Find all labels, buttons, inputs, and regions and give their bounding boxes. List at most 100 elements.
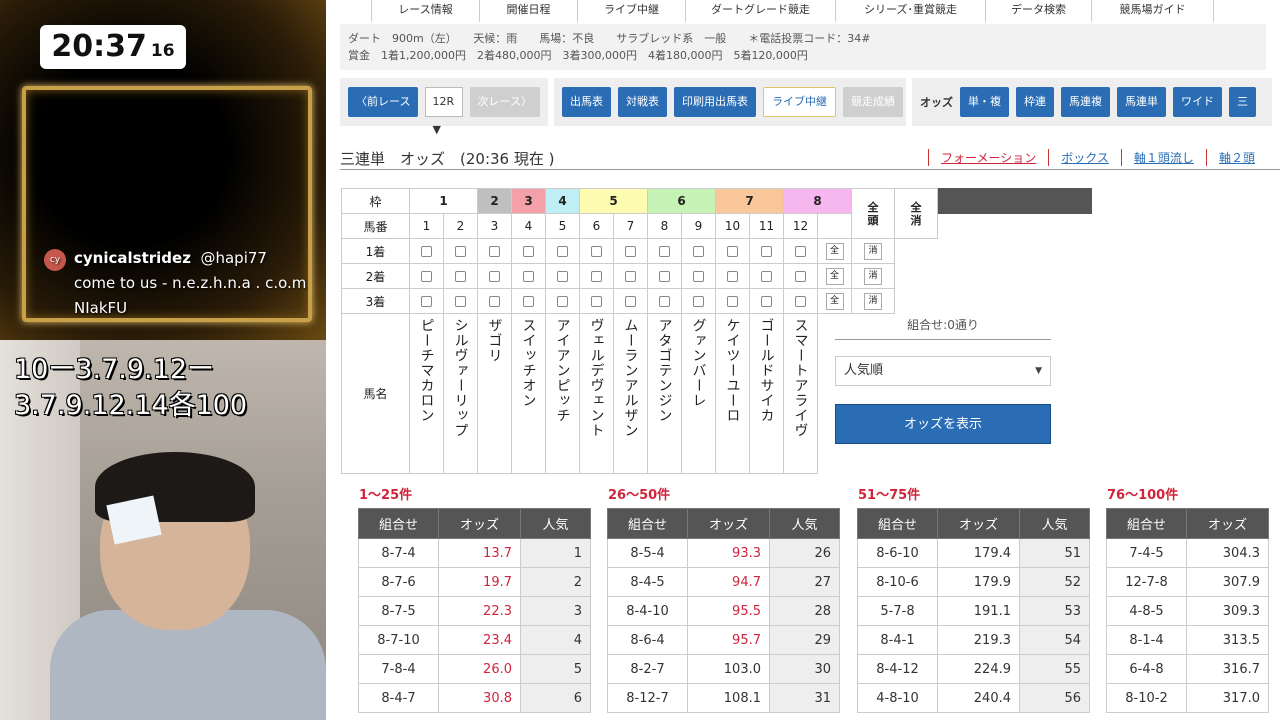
odds-wide-button[interactable]: ワイド (1173, 87, 1222, 117)
odds-row[interactable]: 8-4-5 94.7 27 (607, 567, 840, 597)
odds-row[interactable]: 8-1-4 313.5 (1106, 625, 1269, 655)
horse-name[interactable]: ゴールドサイカ (757, 318, 777, 468)
odds-row[interactable]: 8-12-7 108.1 31 (607, 683, 840, 713)
odds-column-header[interactable]: 人気 (769, 508, 840, 539)
horse-checkbox[interactable] (455, 271, 466, 282)
horse-checkbox[interactable] (591, 271, 602, 282)
horse-checkbox[interactable] (693, 271, 704, 282)
horse-checkbox[interactable] (421, 296, 432, 307)
odds-column-header[interactable]: 人気 (1019, 508, 1090, 539)
horse-checkbox[interactable] (795, 271, 806, 282)
link-box[interactable]: ボックス (1048, 149, 1121, 166)
horse-checkbox[interactable] (795, 246, 806, 257)
odds-row[interactable]: 6-4-8 316.7 (1106, 654, 1269, 684)
horse-checkbox[interactable] (659, 246, 670, 257)
odds-column-header[interactable]: オッズ (937, 508, 1020, 539)
horse-checkbox[interactable] (455, 246, 466, 257)
horse-checkbox[interactable] (557, 296, 568, 307)
select-all-button[interactable]: 全 (825, 293, 844, 310)
horse-name[interactable]: ケイツーユーロ (723, 318, 743, 468)
horse-checkbox[interactable] (761, 246, 772, 257)
odds-row[interactable]: 8-6-10 179.4 51 (857, 538, 1090, 568)
horse-checkbox[interactable] (625, 271, 636, 282)
results-button[interactable]: 競走成績 (843, 87, 903, 117)
horse-checkbox[interactable] (625, 246, 636, 257)
sort-select[interactable]: 人気順 ▼ (835, 356, 1051, 386)
odds-row[interactable]: 8-7-4 13.7 1 (358, 538, 591, 568)
odds-row[interactable]: 8-2-7 103.0 30 (607, 654, 840, 684)
horse-checkbox[interactable] (489, 271, 500, 282)
link-two-axis[interactable]: 軸２頭 (1205, 149, 1267, 166)
horse-checkbox[interactable] (761, 296, 772, 307)
odds-row[interactable]: 4-8-10 240.4 56 (857, 683, 1090, 713)
horse-name[interactable]: グァンバーレ (689, 318, 709, 468)
odds-column-header[interactable]: 人気 (520, 508, 591, 539)
horse-checkbox[interactable] (455, 296, 466, 307)
odds-row[interactable]: 7-4-5 304.3 (1106, 538, 1269, 568)
odds-row[interactable]: 8-4-7 30.8 6 (358, 683, 591, 713)
odds-row[interactable]: 8-4-10 95.5 28 (607, 596, 840, 626)
horse-name[interactable]: ムーランアルザン (621, 318, 641, 468)
select-all-button[interactable]: 全 (825, 268, 844, 285)
odds-row[interactable]: 4-8-5 309.3 (1106, 596, 1269, 626)
horse-checkbox[interactable] (523, 271, 534, 282)
odds-column-header[interactable]: 組合せ (358, 508, 439, 539)
horse-checkbox[interactable] (421, 271, 432, 282)
show-odds-button[interactable]: オッズを表示 (835, 404, 1051, 444)
horse-checkbox[interactable] (523, 296, 534, 307)
select-all-button[interactable]: 全 (825, 243, 844, 260)
matchup-button[interactable]: 対戦表 (618, 87, 667, 117)
nav-live[interactable]: ライブ中継 (578, 0, 686, 22)
odds-row[interactable]: 8-10-2 317.0 (1106, 683, 1269, 713)
odds-row[interactable]: 12-7-8 307.9 (1106, 567, 1269, 597)
odds-row[interactable]: 8-10-6 179.9 52 (857, 567, 1090, 597)
horse-checkbox[interactable] (727, 246, 738, 257)
horse-checkbox[interactable] (421, 246, 432, 257)
race-select[interactable]: 12R ▼ (425, 87, 463, 136)
horse-checkbox[interactable] (625, 296, 636, 307)
odds-column-header[interactable]: 組合せ (857, 508, 938, 539)
odds-column-header[interactable]: オッズ (687, 508, 770, 539)
odds-row[interactable]: 7-8-4 26.0 5 (358, 654, 591, 684)
prev-race-button[interactable]: 〈前レース (348, 87, 419, 117)
horse-checkbox[interactable] (727, 296, 738, 307)
odds-row[interactable]: 8-7-5 22.3 3 (358, 596, 591, 626)
horse-name[interactable]: ピーチマカロン (417, 318, 437, 468)
horse-checkbox[interactable] (693, 296, 704, 307)
odds-column-header[interactable]: 組合せ (607, 508, 688, 539)
next-race-button[interactable]: 次レース〉 (469, 87, 540, 117)
link-formation[interactable]: フォーメーション (928, 149, 1048, 166)
clear-all-button[interactable]: 消 (864, 243, 882, 260)
odds-row[interactable]: 5-7-8 191.1 53 (857, 596, 1090, 626)
link-one-axis[interactable]: 軸１頭流し (1120, 149, 1206, 166)
entries-button[interactable]: 出馬表 (562, 87, 611, 117)
odds-row[interactable]: 8-7-10 23.4 4 (358, 625, 591, 655)
nav-course-guide[interactable]: 競馬場ガイド (1092, 0, 1214, 22)
horse-checkbox[interactable] (795, 296, 806, 307)
clear-all-button[interactable]: 消 (864, 268, 882, 285)
horse-checkbox[interactable] (557, 246, 568, 257)
clear-all-button[interactable]: 消 (864, 293, 882, 310)
nav-series[interactable]: シリーズ･重賞競走 (836, 0, 986, 22)
horse-checkbox[interactable] (591, 246, 602, 257)
odds-trio-button[interactable]: 三 (1229, 87, 1256, 117)
horse-name[interactable]: スイッチオン (519, 318, 539, 468)
live-stream-button[interactable]: ライブ中継 (763, 87, 836, 117)
horse-checkbox[interactable] (693, 246, 704, 257)
print-entries-button[interactable]: 印刷用出馬表 (674, 87, 756, 117)
odds-row[interactable]: 8-6-4 95.7 29 (607, 625, 840, 655)
odds-quinella-button[interactable]: 馬連複 (1061, 87, 1110, 117)
horse-name[interactable]: アイアンピッチ (553, 318, 573, 468)
horse-checkbox[interactable] (659, 296, 670, 307)
odds-column-header[interactable]: 組合せ (1106, 508, 1187, 539)
horse-checkbox[interactable] (591, 296, 602, 307)
odds-column-header[interactable]: オッズ (438, 508, 521, 539)
odds-exacta-button[interactable]: 馬連単 (1117, 87, 1166, 117)
nav-data-search[interactable]: データ検索 (986, 0, 1092, 22)
odds-row[interactable]: 8-7-6 19.7 2 (358, 567, 591, 597)
odds-bracket-button[interactable]: 枠連 (1016, 87, 1054, 117)
odds-win-place-button[interactable]: 単・複 (960, 87, 1009, 117)
horse-checkbox[interactable] (761, 271, 772, 282)
horse-checkbox[interactable] (489, 246, 500, 257)
nav-dirt-grade[interactable]: ダートグレード競走 (686, 0, 836, 22)
